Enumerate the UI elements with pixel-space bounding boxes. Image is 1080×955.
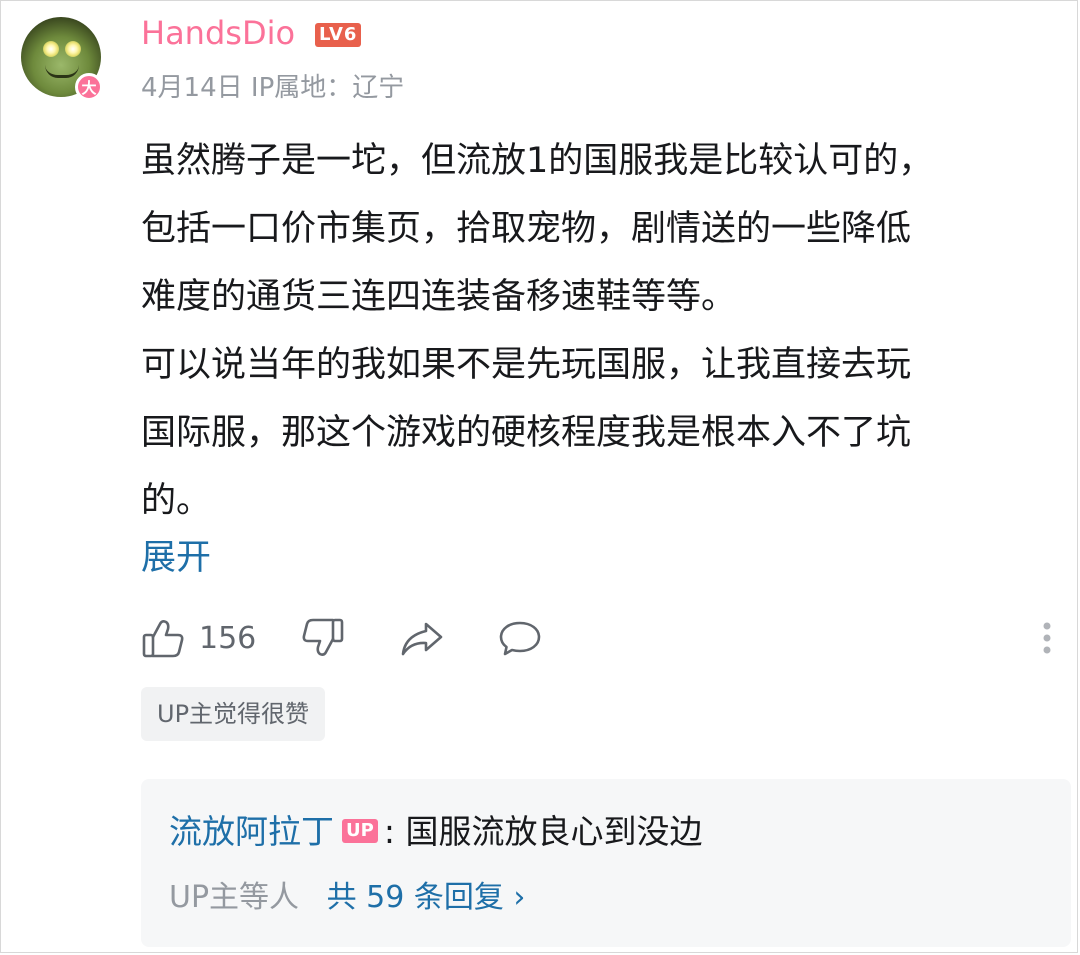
reply-others: UP主等人	[169, 880, 300, 915]
reply-author[interactable]: 流放阿拉丁	[169, 812, 334, 851]
up-tag: UP	[342, 818, 378, 843]
view-replies-link[interactable]: 共 59 条回复 ›	[327, 880, 526, 915]
up-liked-tag: UP主觉得很赞	[141, 687, 326, 741]
expand-link[interactable]: 展开	[141, 533, 211, 583]
more-vertical-icon	[1037, 616, 1057, 660]
reply-separator: :	[383, 812, 395, 851]
reply-button[interactable]	[497, 613, 543, 663]
avatar-eye-left	[43, 41, 59, 57]
like-button[interactable]: 156	[141, 613, 256, 663]
avatar-mouth	[45, 65, 79, 78]
share-button[interactable]	[399, 613, 445, 663]
comment-text: 虽然腾子是一坨，但流放1的国服我是比较认可的， 包括一口价市集页，拾取宠物，剧情…	[141, 141, 934, 521]
level-badge: LV6	[315, 23, 362, 47]
thumbs-up-icon	[141, 616, 185, 660]
thumbs-down-icon	[301, 616, 345, 660]
share-icon	[399, 616, 445, 660]
comment-meta: 4月14日 IP属地：辽宁	[141, 71, 404, 105]
comment-card: 大 HandsDio LV6 4月14日 IP属地：辽宁 虽然腾子是一坨，但流放…	[0, 0, 1078, 953]
ip-location: IP属地：辽宁	[250, 73, 405, 103]
chevron-right-icon: ›	[513, 880, 526, 915]
action-bar: 156	[141, 613, 1061, 663]
reply-count: 共 59 条回复	[326, 880, 504, 915]
comment-date: 4月14日	[141, 73, 243, 103]
dislike-button[interactable]	[301, 613, 345, 663]
comment-icon	[497, 616, 543, 660]
username[interactable]: HandsDio	[141, 13, 295, 53]
reply-preview-line: 流放阿拉丁 UP: 国服流放良心到没边	[169, 809, 702, 855]
avatar-badge: 大	[75, 73, 103, 101]
avatar-eye-right	[65, 41, 81, 57]
reply-text: 国服流放良心到没边	[405, 812, 703, 851]
reply-preview[interactable]: 流放阿拉丁 UP: 国服流放良心到没边 UP主等人 共 59 条回复 ›	[141, 779, 1071, 947]
like-count: 156	[199, 620, 257, 656]
reply-summary: UP主等人 共 59 条回复 ›	[169, 875, 525, 921]
more-button[interactable]	[1037, 613, 1057, 663]
